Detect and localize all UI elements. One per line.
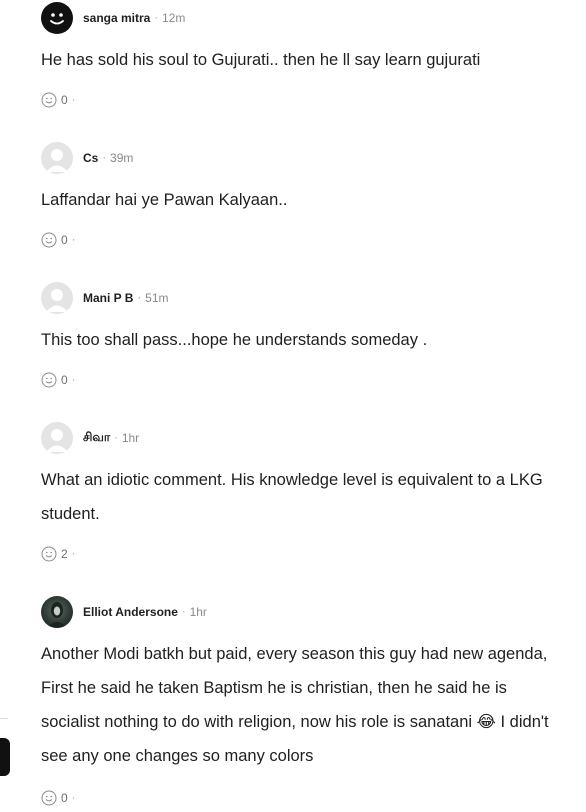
separator: ·: [154, 12, 159, 24]
emoji-reaction-icon[interactable]: [41, 546, 57, 562]
side-tab[interactable]: [0, 738, 10, 776]
separator: ·: [71, 792, 76, 804]
comment-header: Mani P B · 51m: [41, 281, 566, 315]
reaction-bar: 0 ·: [41, 91, 566, 109]
reaction-count: 2: [61, 547, 68, 561]
reaction-bar: 0 ·: [41, 789, 566, 807]
comment-header: Cs · 39m: [41, 141, 566, 175]
author-name[interactable]: Elliot Andersone: [83, 605, 178, 619]
default-avatar-icon[interactable]: [41, 282, 73, 314]
comment-text: He has sold his soul to Gujurati.. then …: [41, 51, 481, 69]
comment-text: What an idiotic comment. His knowledge l…: [41, 471, 543, 523]
separator: ·: [71, 374, 76, 386]
comment: Elliot Andersone · 1hr Another Modi batk…: [41, 595, 566, 807]
author-name[interactable]: sanga mitra: [83, 11, 150, 25]
timestamp: 1hr: [121, 431, 140, 445]
comment-text: This too shall pass...hope he understand…: [41, 331, 428, 349]
comment: sanga mitra · 12m He has sold his soul t…: [41, 1, 566, 109]
reaction-bar: 0 ·: [41, 231, 566, 249]
emoji-reaction-icon[interactable]: [41, 790, 57, 806]
reaction-count: 0: [61, 373, 68, 387]
reaction-count: 0: [61, 791, 68, 805]
timestamp: 51m: [145, 291, 169, 305]
reaction-bar: 2 ·: [41, 545, 566, 563]
reaction-count: 0: [61, 233, 68, 247]
default-avatar-icon[interactable]: [41, 422, 73, 454]
comment-header: sanga mitra · 12m: [41, 1, 566, 35]
emoji-reaction-icon[interactable]: [41, 232, 57, 248]
separator: ·: [137, 292, 142, 304]
comment-header: Elliot Andersone · 1hr: [41, 595, 566, 629]
comment: Cs · 39m Laffandar hai ye Pawan Kalyaan.…: [41, 141, 566, 249]
timestamp: 39m: [110, 151, 134, 165]
default-avatar-icon[interactable]: [41, 142, 73, 174]
emoji-reaction-icon[interactable]: [41, 372, 57, 388]
author-name[interactable]: சிவா: [83, 430, 110, 446]
separator: ·: [114, 432, 118, 444]
separator: ·: [102, 152, 107, 164]
separator: ·: [71, 548, 76, 560]
author-name[interactable]: Mani P B: [83, 291, 133, 305]
timestamp: 1hr: [189, 605, 207, 619]
avatar[interactable]: [41, 596, 73, 628]
timestamp: 12m: [162, 11, 186, 25]
reaction-bar: 0 ·: [41, 371, 566, 389]
separator: ·: [71, 234, 76, 246]
comment-header: சிவா · 1hr: [41, 421, 566, 455]
author-name[interactable]: Cs: [83, 151, 98, 165]
divider: [0, 718, 8, 719]
comment-text: Another Modi batkh but paid, every seaso…: [41, 645, 549, 765]
smiley-icon[interactable]: [41, 2, 73, 34]
reaction-count: 0: [61, 93, 68, 107]
emoji-reaction-icon[interactable]: [41, 92, 57, 108]
separator: ·: [181, 606, 186, 618]
separator: ·: [71, 94, 76, 106]
comment: Mani P B · 51m This too shall pass...hop…: [41, 281, 566, 389]
comment: சிவா · 1hr What an idiotic comment. His …: [41, 421, 566, 563]
comment-text: Laffandar hai ye Pawan Kalyaan..: [41, 191, 288, 209]
